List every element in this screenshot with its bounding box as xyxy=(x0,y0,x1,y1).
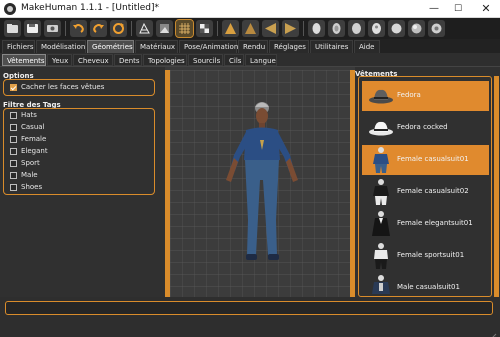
list-item[interactable]: Male casualsuit01 xyxy=(362,273,489,296)
left-panel: Options Cacher les faces vêtues Filtre d… xyxy=(0,67,165,297)
left-view-icon[interactable] xyxy=(262,20,279,37)
checkbox-box[interactable] xyxy=(10,124,17,131)
camera-reset-icon[interactable] xyxy=(368,20,385,37)
toolbar-separator xyxy=(303,21,304,36)
toolbar-separator xyxy=(65,21,66,36)
makehuman-logo-icon xyxy=(4,3,16,15)
right-view-icon[interactable] xyxy=(282,20,299,37)
subtab-vetements[interactable]: Vêtements xyxy=(2,54,46,66)
checkbox-box[interactable] xyxy=(10,184,17,191)
list-item[interactable]: Fedora xyxy=(362,81,489,111)
3d-viewport[interactable] xyxy=(170,70,350,297)
tab-aide[interactable]: Aide xyxy=(354,40,380,53)
close-button[interactable]: ✕ xyxy=(472,0,500,18)
tag-label: Casual xyxy=(21,123,45,131)
tab-fichiers[interactable]: Fichiers xyxy=(2,40,35,53)
checkbox-box[interactable] xyxy=(10,136,17,143)
viewport-grid xyxy=(170,70,350,297)
checkbox-box[interactable] xyxy=(10,160,17,167)
side-view-icon[interactable] xyxy=(348,20,365,37)
tags-group: Hats Casual Female Elegant Sport Male Sh… xyxy=(3,108,155,195)
item-name: Female sportsuit01 xyxy=(397,251,465,259)
window-title: MakeHuman 1.1.1 - [Untitled]* xyxy=(21,3,160,13)
toolbar-separator xyxy=(131,21,132,36)
checkbox-box[interactable] xyxy=(10,112,17,119)
subtab-cils[interactable]: Cils xyxy=(224,54,244,66)
male-casualsuit-thumbnail-icon xyxy=(367,274,395,296)
hide-faces-label: Cacher les faces vêtues xyxy=(21,83,105,91)
reset-icon[interactable] xyxy=(110,20,127,37)
tab-geometries[interactable]: Géométries xyxy=(87,40,134,53)
list-item[interactable]: Female sportsuit01 xyxy=(362,241,489,271)
sub-tab-bar: Vêtements Yeux Cheveux Dents Topologies … xyxy=(0,53,500,67)
subtab-sourcils[interactable]: Sourcils xyxy=(188,54,223,66)
resize-grip-icon[interactable] xyxy=(487,327,497,337)
checkbox-box[interactable] xyxy=(10,172,17,179)
tab-rendu[interactable]: Rendu xyxy=(238,40,268,53)
fedora-thumbnail-icon xyxy=(367,82,395,110)
app-window: MakeHuman 1.1.1 - [Untitled]* — ☐ ✕ Fich… xyxy=(0,0,500,337)
subtab-yeux[interactable]: Yeux xyxy=(47,54,72,66)
grid-icon[interactable] xyxy=(175,19,194,38)
subtab-cheveux[interactable]: Cheveux xyxy=(73,54,113,66)
checker-icon[interactable] xyxy=(196,20,213,37)
fedora-cocked-thumbnail-icon xyxy=(367,114,395,142)
tag-label: Female xyxy=(21,135,47,143)
subdivide-icon[interactable] xyxy=(408,20,425,37)
toolbar-separator xyxy=(217,21,218,36)
list-item[interactable]: Female elegantsuit01 xyxy=(362,209,489,239)
top-view-icon[interactable] xyxy=(308,20,325,37)
right-panel: Vêtements Fedora Fedora cocked Female ca… xyxy=(355,67,500,297)
tag-label: Hats xyxy=(21,111,37,119)
subtab-topologies[interactable]: Topologies xyxy=(143,54,187,66)
background-icon[interactable] xyxy=(156,20,173,37)
item-name: Fedora xyxy=(397,91,421,99)
female-elegantsuit-thumbnail-icon xyxy=(367,210,395,238)
checkbox-box[interactable] xyxy=(10,148,17,155)
subtab-langue[interactable]: Langue xyxy=(245,54,277,66)
list-item[interactable]: Fedora cocked xyxy=(362,113,489,143)
tab-modelisation[interactable]: Modélisation xyxy=(36,40,86,53)
folder-icon[interactable] xyxy=(4,20,21,37)
item-name: Female casualsuit02 xyxy=(397,187,469,195)
list-item[interactable]: Female casualsuit01 xyxy=(362,145,489,175)
front-view-icon[interactable] xyxy=(222,20,239,37)
export-icon[interactable] xyxy=(44,20,61,37)
save-icon[interactable] xyxy=(24,20,41,37)
undo-icon[interactable] xyxy=(70,20,87,37)
main-tab-bar: Fichiers Modélisation Géométries Matéria… xyxy=(0,39,500,53)
item-name: Male casualsuit01 xyxy=(397,283,460,291)
tab-materiaux[interactable]: Matériaux xyxy=(135,40,178,53)
tag-label: Sport xyxy=(21,159,40,167)
tab-pose-animation[interactable]: Pose/Animation xyxy=(179,40,238,53)
redo-icon[interactable] xyxy=(90,20,107,37)
tag-label: Elegant xyxy=(21,147,48,155)
maximize-button[interactable]: ☐ xyxy=(444,0,472,18)
clothes-list: Fedora Fedora cocked Female casualsuit01… xyxy=(358,76,492,297)
tab-utilitaires[interactable]: Utilitaires xyxy=(310,40,353,53)
female-casualsuit02-thumbnail-icon xyxy=(367,178,395,206)
subtab-dents[interactable]: Dents xyxy=(114,54,142,66)
tag-label: Shoes xyxy=(21,183,43,191)
status-field xyxy=(5,301,493,315)
back-view-icon[interactable] xyxy=(242,20,259,37)
clothes-list-scrollbar[interactable] xyxy=(494,76,499,297)
smooth-icon[interactable] xyxy=(388,20,405,37)
wireframe-icon[interactable] xyxy=(136,20,153,37)
female-sportsuit-thumbnail-icon xyxy=(367,242,395,270)
options-group: Cacher les faces vêtues xyxy=(3,79,155,96)
checkbox-box[interactable] xyxy=(10,84,17,91)
bottom-view-icon[interactable] xyxy=(328,20,345,37)
settings-icon[interactable] xyxy=(428,20,445,37)
item-name: Female elegantsuit01 xyxy=(397,219,473,227)
tag-label: Male xyxy=(21,171,38,179)
toolbar xyxy=(0,18,500,39)
bottom-area xyxy=(0,297,500,337)
title-bar: MakeHuman 1.1.1 - [Untitled]* — ☐ ✕ xyxy=(0,0,500,18)
female-casualsuit-thumbnail-icon xyxy=(367,146,395,174)
item-name: Fedora cocked xyxy=(397,123,448,131)
item-name: Female casualsuit01 xyxy=(397,155,469,163)
tab-reglages[interactable]: Réglages xyxy=(269,40,309,53)
list-item[interactable]: Female casualsuit02 xyxy=(362,177,489,207)
